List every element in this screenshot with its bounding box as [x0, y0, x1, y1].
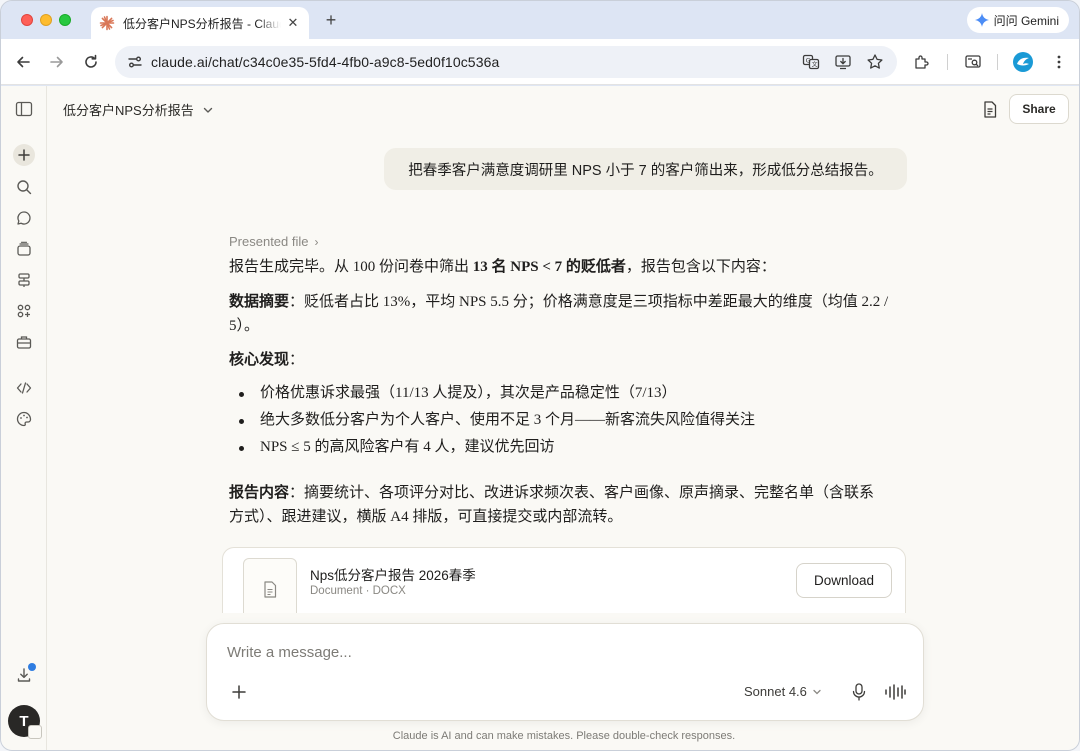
tab-strip: 低分客户NPS分析报告 - Claude ✕ + 问问 Gemini	[1, 1, 1079, 39]
palette-icon[interactable]	[12, 407, 36, 431]
chevron-down-icon	[813, 689, 821, 694]
ask-gemini-button[interactable]: 问问 Gemini	[966, 7, 1069, 33]
apps-grid-icon[interactable]	[12, 299, 36, 323]
artifacts-icon[interactable]	[12, 268, 36, 292]
list-item: 价格优惠诉求最强（11/13 人提及），其次是产品稳定性（7/13）	[229, 380, 889, 407]
projects-icon[interactable]	[12, 237, 36, 261]
file-card[interactable]: Nps低分客户报告 2026春季 Document · DOCX Downloa…	[222, 547, 906, 613]
toolbar-divider	[997, 54, 998, 70]
svg-text:G: G	[806, 57, 811, 65]
chats-icon[interactable]	[12, 206, 36, 230]
document-icon[interactable]	[979, 98, 1001, 120]
reload-icon[interactable]	[80, 51, 102, 73]
bookmark-star-icon[interactable]	[863, 50, 887, 74]
user-message-bubble: 把春季客户满意度调研里 NPS 小于 7 的客户筛出来，形成低分总结报告。	[384, 148, 907, 190]
findings-heading: 核心发现：	[229, 348, 889, 372]
close-window-button[interactable]	[21, 14, 33, 26]
forward-arrow-icon[interactable]	[46, 51, 68, 73]
findings-list: 价格优惠诉求最强（11/13 人提及），其次是产品稳定性（7/13） 绝大多数低…	[229, 380, 889, 461]
list-item: NPS ≤ 5 的高风险客户有 4 人，建议优先回访	[229, 434, 889, 461]
chevron-down-icon	[203, 107, 212, 113]
extensions-puzzle-icon[interactable]	[909, 49, 935, 75]
chat-title: 低分客户NPS分析报告	[63, 103, 194, 118]
chat-title-dropdown[interactable]: 低分客户NPS分析报告	[63, 100, 214, 119]
claude-logo-icon	[99, 15, 115, 31]
browser-menu-icon[interactable]	[1046, 49, 1072, 75]
intro-highlight: 13 名 NPS < 7 的贬低者	[472, 259, 626, 275]
intro-suffix: ，报告包含以下内容：	[625, 259, 776, 275]
browser-toolbar: claude.ai/chat/c34c0e35-5fd4-4fb0-a9c8-5…	[1, 39, 1079, 85]
disclaimer-text: Claude is AI and can make mistakes. Plea…	[392, 730, 736, 742]
model-name: Sonnet 4.6	[744, 684, 807, 699]
model-selector[interactable]: Sonnet 4.6	[744, 684, 822, 699]
summary-paragraph: 数据摘要：贬低者占比 13%，平均 NPS 5.5 分；价格满意度是三项指标中差…	[229, 290, 889, 338]
download-button[interactable]: Download	[796, 563, 892, 598]
translate-icon[interactable]: G文	[799, 50, 823, 74]
search-icon[interactable]	[12, 175, 36, 199]
gemini-label: 问问 Gemini	[993, 13, 1059, 28]
new-chat-plus-icon[interactable]	[13, 144, 35, 166]
address-bar[interactable]: claude.ai/chat/c34c0e35-5fd4-4fb0-a9c8-5…	[115, 46, 897, 78]
voice-mode-icon[interactable]	[883, 681, 907, 703]
findings-colon: ：	[289, 352, 305, 368]
summary-label: 数据摘要	[229, 294, 290, 310]
install-app-icon[interactable]	[831, 50, 855, 74]
downloads-icon[interactable]	[12, 663, 36, 687]
message-composer: Sonnet 4.6	[206, 623, 924, 721]
reply-intro: 报告生成完毕。从 100 份问卷中筛出 13 名 NPS < 7 的贬低者，报告…	[229, 255, 889, 279]
microphone-icon[interactable]	[848, 681, 870, 703]
browser-tab-active[interactable]: 低分客户NPS分析报告 - Claude ✕	[91, 7, 309, 39]
reading-mode-icon[interactable]	[960, 49, 986, 75]
browser-window: 低分客户NPS分析报告 - Claude ✕ + 问问 Gemini claud…	[0, 0, 1080, 751]
presented-file-link[interactable]: Presented file ›	[229, 234, 889, 249]
minimize-window-button[interactable]	[40, 14, 52, 26]
tab-close-icon[interactable]: ✕	[285, 15, 301, 31]
maximize-window-button[interactable]	[59, 14, 71, 26]
tab-title: 低分客户NPS分析报告 - Claude	[123, 16, 281, 31]
file-thumbnail	[243, 558, 297, 613]
sidebar: T	[1, 86, 47, 750]
file-meta: Document · DOCX	[310, 585, 406, 597]
profile-avatar-icon[interactable]	[1010, 49, 1036, 75]
contents-label: 报告内容	[229, 485, 290, 501]
site-settings-icon[interactable]	[123, 50, 147, 74]
contents-paragraph: 报告内容：摘要统计、各项评分对比、改进诉求频次表、客户画像、原声摘录、完整名单（…	[229, 481, 889, 529]
user-message-text: 把春季客户满意度调研里 NPS 小于 7 的客户筛出来，形成低分总结报告。	[408, 162, 883, 179]
new-tab-button[interactable]: +	[321, 10, 341, 30]
code-icon[interactable]	[12, 376, 36, 400]
sidebar-toggle-icon[interactable]	[12, 97, 36, 121]
toolbox-icon[interactable]	[12, 330, 36, 354]
svg-text:文: 文	[812, 61, 818, 69]
gemini-sparkle-icon	[974, 13, 989, 27]
presented-file-label: Presented file	[229, 234, 309, 249]
back-arrow-icon[interactable]	[12, 51, 34, 73]
findings-label: 核心发现	[229, 352, 290, 368]
url-text: claude.ai/chat/c34c0e35-5fd4-4fb0-a9c8-5…	[151, 54, 500, 70]
share-button[interactable]: Share	[1009, 94, 1069, 124]
chevron-right-icon: ›	[314, 234, 319, 249]
add-attachment-plus-icon[interactable]	[229, 682, 249, 702]
intro-prefix: 报告生成完毕。从 100 份问卷中筛出	[229, 259, 473, 275]
claude-app: T 低分客户NPS分析报告 Share 把春季客户满意度调研里 NPS 小于 7…	[1, 86, 1079, 750]
toolbar-divider	[947, 54, 948, 70]
document-file-icon	[264, 580, 277, 598]
contents-text: ：摘要统计、各项评分对比、改进诉求频次表、客户画像、原声摘录、完整名单（含联系方…	[229, 485, 875, 525]
message-input[interactable]	[227, 644, 887, 661]
summary-text: ：贬低者占比 13%，平均 NPS 5.5 分；价格满意度是三项指标中差距最大的…	[229, 294, 889, 334]
assistant-reply: Presented file › 报告生成完毕。从 100 份问卷中筛出 13 …	[229, 234, 889, 529]
download-badge-dot	[28, 663, 36, 671]
file-name: Nps低分客户报告 2026春季	[310, 568, 476, 583]
list-item: 绝大多数低分客户为个人客户、使用不足 3 个月——新客流失风险值得关注	[229, 407, 889, 434]
